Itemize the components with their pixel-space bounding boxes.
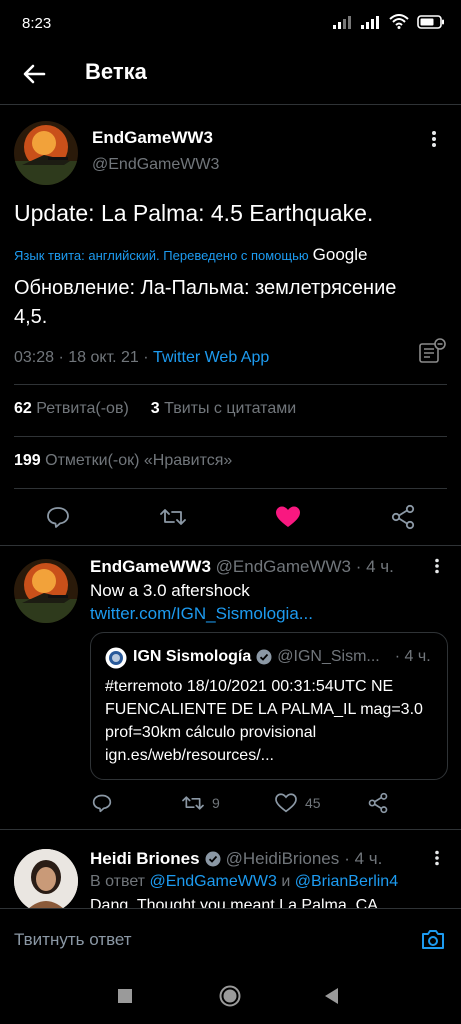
like-count: 45 [305, 795, 321, 811]
verified-icon [256, 649, 272, 665]
retweet-stats: 62 Ретвита(-ов) 3 Твиты с цитатами [14, 400, 296, 418]
like-icon [275, 793, 297, 813]
avatar-image [14, 849, 78, 913]
quotes-count: 3 [150, 400, 160, 417]
mention-link[interactable]: @EndGameWW3 [149, 873, 276, 890]
translated-text: Обновление: Ла-Пальма: землетрясение 4,5… [14, 277, 397, 328]
battery-icon [417, 14, 444, 29]
page-title: Ветка [85, 59, 147, 84]
tweet-time: · 4 ч. [344, 849, 383, 868]
share-icon[interactable] [368, 792, 388, 814]
tweet-header: Heidi Briones @HeidiBriones · 4 ч. [90, 849, 382, 869]
display-name[interactable]: EndGameWW3 [90, 557, 211, 576]
tweet-text: Update: La Palma: 4.5 Earthquake. [14, 200, 374, 226]
like-filled-icon[interactable] [275, 505, 301, 529]
divider [14, 384, 447, 385]
back-nav-icon[interactable] [323, 987, 339, 1005]
quotes-label: Твиты с цитатами [164, 400, 297, 417]
verified-icon [205, 851, 221, 867]
tweet-header: EndGameWW3 @EndGameWW3 · 4 ч. [90, 557, 394, 577]
home-icon[interactable] [218, 984, 242, 1008]
google-logo: Google [312, 245, 368, 264]
retweets-label: Ретвита(-ов) [36, 400, 129, 417]
display-name[interactable]: EndGameWW3 [92, 128, 213, 148]
handle[interactable]: @EndGameWW3 [92, 156, 219, 174]
reply-icon[interactable] [46, 505, 70, 529]
back-arrow-icon[interactable] [20, 60, 48, 88]
tweet-time: · 4 ч. [355, 557, 394, 576]
retweet-action[interactable]: 9 [182, 793, 220, 813]
camera-icon[interactable] [420, 927, 446, 951]
tweet-text: Now a 3.0 aftershock [90, 581, 250, 600]
handle[interactable]: @EndGameWW3 [216, 557, 351, 576]
reply-to-label: В ответ [90, 873, 146, 890]
likes-label: Отметки(-ок) «Нравится» [45, 452, 233, 469]
translation-note-text[interactable]: Язык твита: английский. Переведено с пом… [14, 248, 309, 263]
mention-link[interactable]: @BrianBerlin4 [295, 873, 398, 890]
retweet-count: 9 [212, 795, 220, 811]
status-bar: 8:23 [0, 0, 461, 48]
quote-header: IGN Sismología @IGN_Sism... · 4 ч. [133, 648, 431, 666]
wifi-icon [389, 14, 409, 29]
tweet-meta: 03:28 · 18 окт. 21 · Twitter Web App [14, 349, 269, 367]
divider [14, 488, 447, 489]
recents-icon[interactable] [117, 988, 133, 1004]
avatar-image [14, 121, 78, 185]
tweet-link[interactable]: twitter.com/IGN_Sismologia... [90, 604, 313, 624]
top-bar: Ветка [0, 48, 461, 105]
quote-handle[interactable]: @IGN_Sism... [277, 648, 379, 666]
reply-context: В ответ @EndGameWW3 и @BrianBerlin4 [90, 873, 398, 891]
retweets-stat[interactable]: 62 Ретвита(-ов) [14, 400, 129, 418]
likes-stat[interactable]: 199 Отметки(-ок) «Нравится» [14, 452, 232, 470]
status-time: 8:23 [22, 15, 52, 32]
avatar[interactable] [14, 559, 78, 623]
quotes-stat[interactable]: 3 Твиты с цитатами [151, 400, 296, 418]
more-options-icon[interactable] [430, 130, 438, 148]
tweet-source[interactable]: Twitter Web App [153, 349, 269, 366]
view-activity-icon[interactable] [418, 338, 448, 366]
reply-icon[interactable] [92, 793, 112, 813]
divider [0, 545, 461, 546]
likes-count: 199 [14, 452, 41, 469]
ign-avatar[interactable] [105, 647, 127, 669]
tweet-timestamp: 03:28 · 18 окт. 21 · [14, 349, 154, 366]
reply-to-and: и [281, 873, 291, 890]
retweet-icon [182, 796, 204, 810]
like-action[interactable]: 45 [275, 793, 321, 813]
translation-note: Язык твита: английский. Переведено с пом… [14, 245, 367, 265]
handle[interactable]: @HeidiBriones [226, 849, 340, 869]
divider [0, 829, 461, 830]
system-nav-bar [0, 968, 461, 1024]
more-options-icon[interactable] [433, 850, 441, 866]
avatar[interactable] [14, 849, 78, 913]
quote-display-name[interactable]: IGN Sismología [133, 648, 251, 666]
retweet-icon[interactable] [160, 505, 186, 529]
more-options-icon[interactable] [433, 558, 441, 574]
share-icon[interactable] [391, 504, 415, 530]
reply-composer: Твитнуть ответ [0, 908, 461, 969]
quote-text: #terremoto 18/10/2021 00:31:54UTC NE FUE… [105, 678, 423, 764]
quote-time: · 4 ч. [394, 648, 431, 665]
signal-icon-2 [361, 15, 379, 29]
quoted-tweet[interactable]: IGN Sismología @IGN_Sism... · 4 ч. #terr… [90, 632, 448, 780]
reply-input[interactable]: Твитнуть ответ [14, 930, 132, 950]
display-name[interactable]: Heidi Briones [90, 849, 200, 869]
avatar-image [14, 559, 78, 623]
avatar[interactable] [14, 121, 78, 185]
divider [14, 436, 447, 437]
status-icons [333, 14, 445, 29]
retweets-count: 62 [14, 400, 32, 417]
signal-icon [333, 15, 351, 29]
